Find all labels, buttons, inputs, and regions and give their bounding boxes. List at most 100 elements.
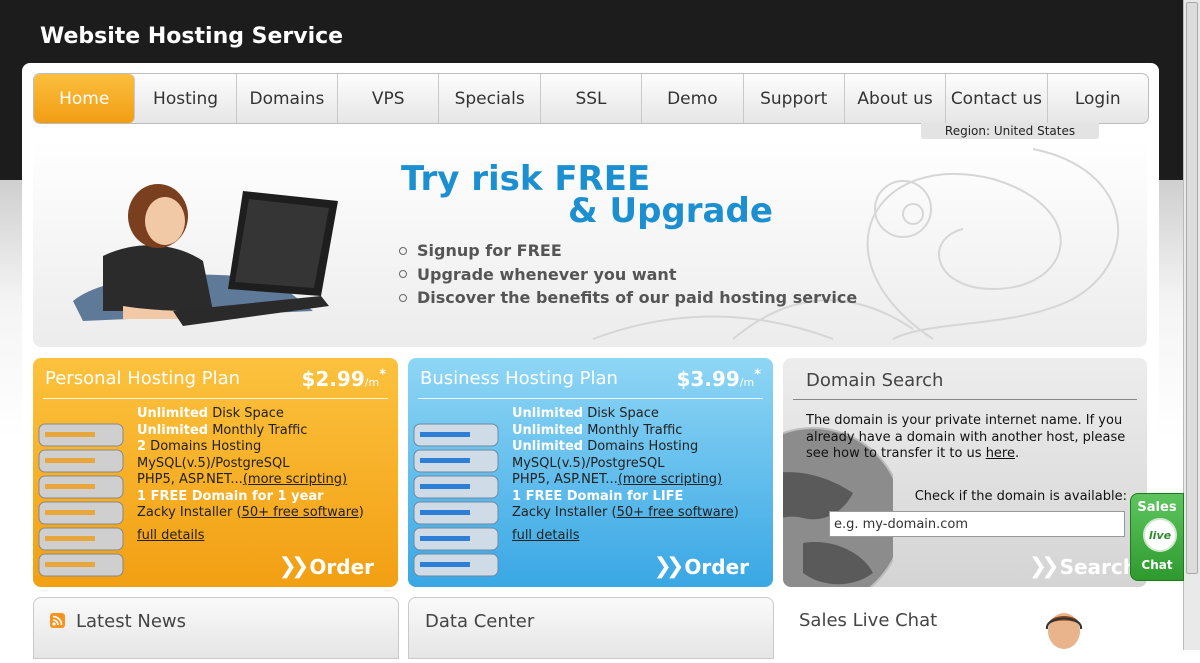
- nav-ssl[interactable]: SSL: [541, 74, 643, 123]
- feature-line: Unlimited Disk Space: [512, 406, 739, 423]
- feature-line: Zacky Installer (50+ free software): [137, 505, 364, 522]
- nav-specials[interactable]: Specials: [439, 74, 541, 123]
- sales-live-chat-title: Sales Live Chat: [799, 610, 938, 631]
- description-text: The domain is your private internet name…: [806, 413, 1126, 461]
- feature-text: Domains Hosting: [146, 439, 262, 454]
- full-details-link[interactable]: full details: [137, 528, 364, 545]
- price-unit: /m: [739, 376, 755, 389]
- domain-check-label: Check if the domain is available:: [914, 489, 1127, 504]
- chat-bubble-icon: live: [1143, 518, 1177, 552]
- order-label: Order: [684, 554, 749, 579]
- plan-title: Personal Hosting Plan: [45, 368, 241, 389]
- banner-bullet-text: Upgrade whenever you want: [417, 264, 677, 284]
- more-scripting-link[interactable]: (more scripting): [618, 472, 722, 487]
- sales-live-chat-box: Sales Live Chat: [783, 597, 1147, 657]
- feature-highlight: Unlimited: [137, 406, 209, 421]
- banner-bullet: Signup for FREE: [399, 239, 857, 263]
- plan-features: Unlimited Disk Space Unlimited Monthly T…: [512, 406, 739, 544]
- bullet-icon: [399, 293, 407, 302]
- feature-text: Disk Space: [583, 406, 659, 421]
- personal-plan-card: Personal Hosting Plan $2.99/m* Unlimited…: [33, 358, 398, 587]
- domain-search-card: Domain Search The domain is your private…: [783, 358, 1147, 587]
- feature-line: MySQL(v.5)/PostgreSQL: [512, 455, 665, 471]
- chat-tab-label: Chat: [1141, 558, 1173, 572]
- feature-text: Disk Space: [208, 406, 284, 421]
- feature-text: ): [358, 505, 364, 520]
- domain-search-button[interactable]: ❯❯ Search: [1029, 554, 1137, 579]
- scrollbar[interactable]: [1183, 0, 1200, 650]
- plan-title: Business Hosting Plan: [420, 368, 618, 389]
- price-unit: /m: [364, 376, 380, 389]
- feature-text: ): [733, 505, 739, 520]
- banner-bullet-list: Signup for FREE Upgrade whenever you wan…: [399, 239, 857, 310]
- feature-text: Zacky Installer (: [137, 505, 242, 520]
- server-stack-icon: [38, 423, 124, 577]
- free-software-link[interactable]: 50+ free software: [242, 505, 359, 520]
- feature-text: Monthly Traffic: [208, 422, 308, 438]
- order-button[interactable]: ❯❯ Order: [279, 554, 374, 579]
- feature-text: PHP5, ASP.NET...: [512, 472, 618, 487]
- double-chevron-right-icon: ❯❯: [1028, 554, 1060, 579]
- bullet-icon: [399, 270, 407, 279]
- feature-line: MySQL(v.5)/PostgreSQL: [137, 455, 290, 471]
- double-chevron-right-icon: ❯❯: [653, 554, 685, 579]
- feature-line: PHP5, ASP.NET...(more scripting): [512, 472, 739, 489]
- bubble-label: live: [1148, 528, 1172, 542]
- double-chevron-right-icon: ❯❯: [278, 554, 310, 579]
- price-footnote-mark: *: [379, 367, 386, 383]
- feature-line: Unlimited Domains Hosting: [512, 439, 739, 456]
- sales-tab-label: Sales: [1137, 500, 1177, 515]
- plan-price: $3.99/m*: [677, 367, 762, 391]
- nav-support[interactable]: Support: [744, 74, 845, 123]
- banner-bullet-text: Discover the benefits of our paid hostin…: [417, 288, 858, 307]
- banner-headline-line2: & Upgrade: [568, 191, 773, 231]
- scrollbar-thumb[interactable]: [1186, 2, 1198, 574]
- nav-hosting[interactable]: Hosting: [135, 74, 237, 123]
- order-label: Order: [309, 554, 374, 579]
- nav-domains[interactable]: Domains: [237, 74, 339, 123]
- data-center-title: Data Center: [425, 611, 535, 632]
- search-label: Search: [1059, 554, 1137, 579]
- order-button[interactable]: ❯❯ Order: [654, 554, 749, 579]
- divider: [418, 398, 763, 399]
- nav-vps[interactable]: VPS: [338, 74, 440, 123]
- more-scripting-link[interactable]: (more scripting): [243, 472, 347, 487]
- business-plan-card: Business Hosting Plan $3.99/m* Unlimited…: [408, 358, 773, 587]
- sales-live-chat-tab[interactable]: Sales live Chat: [1130, 493, 1184, 581]
- domain-search-description: The domain is your private internet name…: [806, 413, 1136, 463]
- divider: [43, 398, 388, 399]
- server-stack-icon: [413, 423, 499, 577]
- promo-banner: Try risk FREE & Upgrade Signup for FREE …: [33, 139, 1147, 347]
- free-software-link[interactable]: 50+ free software: [617, 505, 734, 520]
- feature-line: Unlimited Monthly Traffic: [512, 423, 739, 440]
- nav-demo[interactable]: Demo: [642, 74, 744, 123]
- region-selector[interactable]: Region: United States: [921, 123, 1099, 139]
- feature-text: Monthly Traffic: [583, 422, 683, 438]
- transfer-here-link[interactable]: here: [986, 446, 1015, 461]
- price-footnote-mark: *: [754, 367, 761, 383]
- full-details-link[interactable]: full details: [512, 528, 739, 545]
- site-title: Website Hosting Service: [40, 24, 344, 49]
- nav-login[interactable]: Login: [1048, 74, 1148, 123]
- price-value: $3.99: [676, 367, 740, 391]
- feature-text: Domains Hosting: [583, 439, 699, 454]
- price-value: $2.99: [301, 367, 365, 391]
- woman-with-laptop-image: [73, 184, 338, 326]
- plan-price: $2.99/m*: [302, 367, 387, 391]
- latest-news-title: Latest News: [76, 611, 186, 632]
- nav-about-us[interactable]: About us: [845, 74, 947, 123]
- feature-line: Zacky Installer (50+ free software): [512, 505, 739, 522]
- feature-line: 1 FREE Domain for 1 year: [137, 488, 324, 504]
- nav-contact-us[interactable]: Contact us: [946, 74, 1048, 123]
- feature-text: Zacky Installer (: [512, 505, 617, 520]
- support-agent-avatar: [1046, 613, 1082, 649]
- feature-highlight: Unlimited: [512, 406, 584, 421]
- bullet-icon: [399, 246, 407, 255]
- domain-search-input[interactable]: [829, 511, 1125, 537]
- nav-home[interactable]: Home: [34, 74, 136, 123]
- feature-highlight: Unlimited: [512, 422, 584, 438]
- rss-icon[interactable]: [50, 613, 65, 628]
- plan-features: Unlimited Disk Space Unlimited Monthly T…: [137, 406, 364, 544]
- banner-bullet: Upgrade whenever you want: [399, 263, 857, 287]
- feature-highlight: 2: [137, 439, 147, 454]
